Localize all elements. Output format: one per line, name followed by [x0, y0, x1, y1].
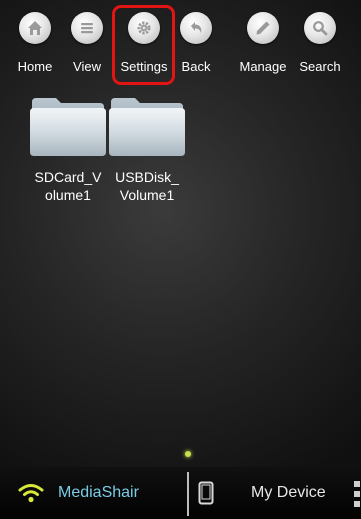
back-arrow-icon: [180, 12, 212, 44]
back-button[interactable]: Back: [166, 2, 226, 82]
wifi-icon: [18, 484, 44, 503]
folder-usbdisk-volume1[interactable]: USBDisk_ Volume1: [105, 96, 189, 206]
app-screen: Home View Settings Back Manage Search SD…: [0, 0, 361, 467]
tab-my-device[interactable]: My Device: [190, 467, 350, 519]
phone-icon: [198, 481, 214, 505]
list-icon: [71, 12, 103, 44]
search-label: Search: [299, 59, 341, 74]
search-button[interactable]: Search: [290, 2, 350, 82]
folder-label: USBDisk_ Volume1: [115, 169, 179, 203]
tab-mediashair[interactable]: MediaShair: [0, 467, 186, 519]
tab-label-mediashair: MediaShair: [58, 484, 139, 501]
page-indicator-dot: [185, 451, 191, 457]
folder-icon: [30, 98, 106, 156]
bottom-tab-bar: MediaShair My Device: [0, 467, 361, 519]
toolbar: Home View Settings Back Manage Search: [0, 0, 361, 86]
search-icon: [304, 12, 336, 44]
folder-icon: [109, 98, 185, 156]
more-icon[interactable]: [354, 480, 360, 508]
tab-label-my-device: My Device: [251, 484, 326, 501]
home-icon: [19, 12, 51, 44]
settings-highlight-box: [112, 5, 175, 85]
tab-divider: [187, 472, 189, 516]
pencil-icon: [247, 12, 279, 44]
